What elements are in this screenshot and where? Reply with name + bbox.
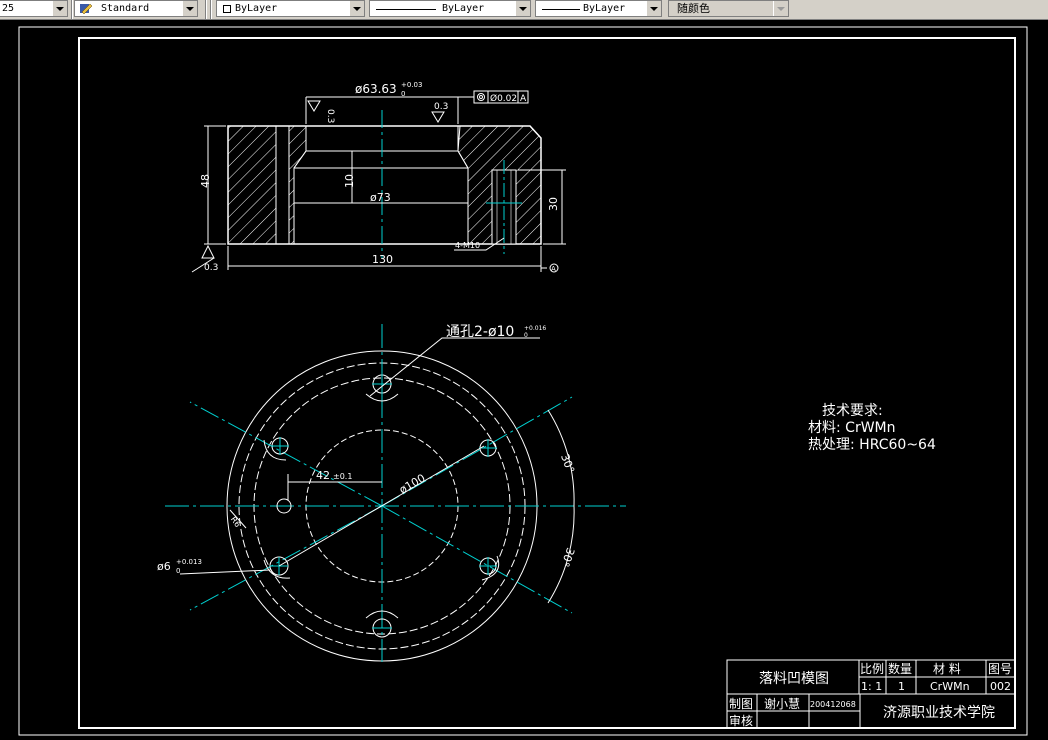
chevron-down-icon[interactable]	[515, 1, 530, 16]
linetype-dropdown[interactable]: ByLayer	[369, 0, 531, 17]
scale-label: 比例	[860, 662, 884, 676]
tech-material: 材料: CrWMn	[808, 420, 896, 436]
color-value: ByLayer	[235, 3, 278, 14]
text-style-dropdown[interactable]: Standard	[74, 0, 198, 17]
plan-view	[165, 324, 626, 662]
hole-note-tolerance: +0.016	[524, 325, 546, 332]
linetype-sample	[376, 9, 436, 10]
material-value: CrWMn	[930, 680, 970, 693]
color-dropdown[interactable]: ByLayer	[216, 0, 365, 17]
dim-bore: ø73	[370, 191, 391, 204]
toolbar-separator	[205, 0, 207, 19]
scale-value: 1: 1	[861, 680, 882, 693]
geometric-tol-value: Ø0.02	[490, 93, 517, 104]
dim-offset-tolerance: ±0.1	[333, 472, 352, 481]
layer-dropdown[interactable]: 25	[0, 0, 68, 17]
tech-requirements: 技术要求: 材料: CrWMn 热处理: HRC60~64	[808, 403, 936, 453]
layer-dropdown-value: 25	[2, 3, 15, 14]
text-style-icon	[80, 3, 93, 15]
dim-thread-depth: 30	[547, 197, 560, 211]
checked-label: 审核	[729, 713, 753, 728]
color-swatch-icon	[223, 5, 231, 13]
dim-width: 130	[372, 253, 393, 266]
plot-style-value: 随颜色	[677, 2, 710, 15]
dim-small-hole-tolerance: +0.013	[176, 558, 202, 566]
chevron-down-icon[interactable]	[349, 1, 364, 16]
roughness-right: 0.3	[434, 102, 448, 112]
roughness-left: 0.3	[325, 109, 335, 123]
section-view	[191, 90, 566, 273]
text-style-value: Standard	[101, 3, 150, 14]
thread-callout: 4-M10	[455, 241, 480, 250]
datum-label: A	[551, 265, 556, 273]
tech-title: 技术要求:	[822, 403, 883, 419]
drawing-canvas[interactable]: ø63.63 +0.03 0 0.3 0.3 0.3 ◎ Ø0.02 A 48 …	[0, 19, 1048, 740]
dim-radius: R6	[229, 515, 242, 529]
lineweight-dropdown[interactable]: ByLayer	[535, 0, 662, 17]
linetype-value: ByLayer	[442, 3, 485, 14]
dim-pcd: ø100	[397, 471, 428, 496]
toolbar-separator	[210, 0, 212, 19]
chevron-down-icon[interactable]	[182, 1, 197, 16]
lineweight-sample	[542, 9, 580, 10]
drawing-no-label: 图号	[988, 662, 1012, 676]
plot-style-dropdown[interactable]: 随颜色	[668, 0, 789, 17]
lineweight-value: ByLayer	[583, 3, 626, 14]
material-label: 材 料	[933, 662, 961, 676]
drawing-no-value: 002	[990, 680, 1011, 693]
dim-step: 10	[343, 174, 356, 188]
drawn-by: 谢小慧	[764, 696, 800, 711]
chevron-down-icon[interactable]	[52, 1, 67, 16]
dim-small-hole: ø6	[157, 560, 171, 573]
dim-angle-lower: 30°	[558, 546, 577, 569]
school-name: 济源职业技术学院	[883, 705, 995, 721]
drawing-inner-border	[78, 37, 1016, 729]
student-id: 200412068	[810, 700, 856, 709]
dim-small-hole-tolerance-low: 0	[176, 567, 180, 575]
section-left-hatch	[227, 125, 277, 245]
chevron-down-icon[interactable]	[773, 1, 788, 16]
plan-view-text: 通孔2-ø10 +0.016 0 42 ±0.1 ø100 30° 30° ø6…	[157, 324, 577, 575]
dim-angle-upper: 30°	[558, 452, 577, 475]
drawn-label: 制图	[729, 697, 753, 711]
qty-value: 1	[898, 680, 905, 693]
properties-toolbar: 25 Standard ByLayer ByLayer ByLayer 随颜色	[0, 0, 1048, 20]
toolbar-separator	[71, 0, 73, 19]
dim-top-diameter: ø63.63	[355, 82, 397, 96]
tech-heat: 热处理: HRC60~64	[808, 437, 936, 453]
part-name: 落料凹模图	[759, 671, 829, 687]
geometric-tol-datum: A	[520, 94, 527, 104]
hole-note: 通孔2-ø10	[446, 324, 514, 340]
dim-top-tolerance: +0.03	[401, 81, 422, 89]
hole-note-tolerance-low: 0	[524, 332, 528, 339]
qty-label: 数量	[888, 661, 912, 676]
dim-top-tolerance-low: 0	[401, 90, 405, 98]
roughness-base: 0.3	[204, 263, 218, 273]
dim-height: 48	[199, 174, 212, 188]
dim-offset: 42	[316, 469, 330, 482]
chevron-down-icon[interactable]	[646, 1, 661, 16]
